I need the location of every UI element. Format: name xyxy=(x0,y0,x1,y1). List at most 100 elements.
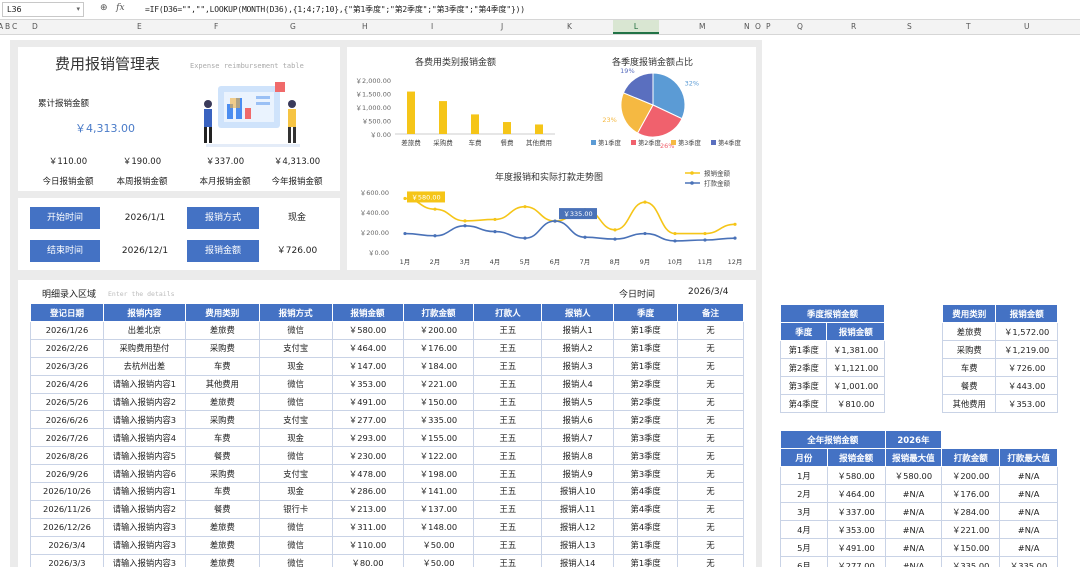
details-cell[interactable]: 无 xyxy=(677,356,744,376)
quarter_table-cell[interactable]: 第2季度 xyxy=(779,358,828,377)
details-cell[interactable]: 王五 xyxy=(473,392,543,412)
column-header-d[interactable]: D xyxy=(32,22,38,31)
details-cell[interactable]: ￥198.00 xyxy=(402,464,475,484)
column-header-o[interactable]: O xyxy=(755,22,761,31)
details-cell[interactable]: ￥311.00 xyxy=(331,517,404,537)
column-header-t[interactable]: T xyxy=(966,22,971,31)
column-header-n[interactable]: N xyxy=(744,22,750,31)
details-cell[interactable]: 王五 xyxy=(473,356,543,376)
details-cell[interactable]: 王五 xyxy=(473,374,543,394)
details-cell[interactable]: 王五 xyxy=(473,482,543,501)
details-cell[interactable]: 采购费用垫付 xyxy=(102,338,186,358)
details-cell[interactable]: 无 xyxy=(677,410,744,430)
details-cell[interactable]: 无 xyxy=(677,428,744,448)
details-cell[interactable]: 无 xyxy=(677,517,744,537)
year_table-cell[interactable]: #N/A xyxy=(884,502,943,521)
details-cell[interactable]: 无 xyxy=(677,553,744,567)
details-cell[interactable]: 微信 xyxy=(258,374,333,394)
details-cell[interactable]: 2026/3/26 xyxy=(30,356,104,376)
year_table-cell[interactable]: #N/A xyxy=(999,484,1058,503)
year_table-cell[interactable]: 6月 xyxy=(780,556,828,567)
year_table-cell[interactable]: ￥335.00 xyxy=(941,556,1001,567)
quarter_table-cell[interactable]: 第1季度 xyxy=(779,340,828,359)
details-cell[interactable]: 报销人14 xyxy=(541,553,615,567)
details-cell[interactable]: 采购费 xyxy=(184,464,260,484)
details-cell[interactable]: 无 xyxy=(677,321,744,340)
details-cell[interactable]: 王五 xyxy=(473,535,543,555)
column-header-l[interactable]: L xyxy=(613,20,659,34)
details-cell[interactable]: 支付宝 xyxy=(258,410,333,430)
year_table-cell[interactable]: ￥284.00 xyxy=(941,502,1001,521)
details-cell[interactable]: ￥221.00 xyxy=(402,374,475,394)
quarter_table-cell[interactable]: ￥1,001.00 xyxy=(826,376,885,395)
quarter_table-cell[interactable]: ￥1,381.00 xyxy=(826,340,885,359)
details-cell[interactable]: 微信 xyxy=(258,446,333,466)
year_table-cell[interactable]: #N/A xyxy=(999,502,1058,521)
details-cell[interactable]: ￥150.00 xyxy=(402,392,475,412)
details-cell[interactable]: ￥50.00 xyxy=(402,553,475,567)
details-cell[interactable]: ￥230.00 xyxy=(331,446,404,466)
details-cell[interactable]: 2026/1/26 xyxy=(30,321,104,340)
details-cell[interactable]: 第3季度 xyxy=(613,428,679,448)
column-header-k[interactable]: K xyxy=(567,22,572,31)
year_table-cell[interactable]: #N/A xyxy=(884,538,943,557)
details-cell[interactable]: 王五 xyxy=(473,321,543,340)
details-cell[interactable]: ￥335.00 xyxy=(402,410,475,430)
details-cell[interactable]: ￥141.00 xyxy=(402,482,475,501)
details-cell[interactable]: 2026/7/26 xyxy=(30,428,104,448)
details-cell[interactable]: 报销人8 xyxy=(541,446,615,466)
year_table-cell[interactable]: ￥580.00 xyxy=(884,466,943,485)
category_table-cell[interactable]: ￥353.00 xyxy=(995,394,1058,413)
method-value[interactable]: 现金 xyxy=(262,207,332,229)
details-cell[interactable]: 王五 xyxy=(473,338,543,358)
details-cell[interactable]: 银行卡 xyxy=(258,499,333,519)
column-header-j[interactable]: J xyxy=(501,22,503,31)
year_table-cell[interactable]: ￥200.00 xyxy=(941,466,1001,485)
details-cell[interactable]: 报销人12 xyxy=(541,517,615,537)
year_table-cell[interactable]: #N/A xyxy=(884,520,943,539)
column-header-r[interactable]: R xyxy=(851,22,856,31)
end-time-value[interactable]: 2026/12/1 xyxy=(105,240,185,262)
category_table-cell[interactable]: 采购费 xyxy=(941,340,997,359)
details-cell[interactable]: ￥293.00 xyxy=(331,428,404,448)
details-cell[interactable]: 微信 xyxy=(258,392,333,412)
column-header-u[interactable]: U xyxy=(1024,22,1030,31)
details-cell[interactable]: 无 xyxy=(677,374,744,394)
category_table-cell[interactable]: ￥1,219.00 xyxy=(995,340,1058,359)
column-header-m[interactable]: M xyxy=(699,22,705,31)
details-cell[interactable]: 第3季度 xyxy=(613,446,679,466)
details-cell[interactable]: 王五 xyxy=(473,499,543,519)
details-cell[interactable]: 现金 xyxy=(258,428,333,448)
category_table-cell[interactable]: 其他费用 xyxy=(941,394,997,413)
year_table-cell[interactable]: 3月 xyxy=(780,502,828,521)
details-cell[interactable]: ￥147.00 xyxy=(331,356,404,376)
details-cell[interactable]: 差旅费 xyxy=(184,553,260,567)
column-header-h[interactable]: H xyxy=(362,22,368,31)
details-cell[interactable]: 请输入报销内容4 xyxy=(102,428,186,448)
details-cell[interactable]: 餐费 xyxy=(184,499,260,519)
details-cell[interactable]: 王五 xyxy=(473,553,543,567)
details-cell[interactable]: ￥122.00 xyxy=(402,446,475,466)
category_table-cell[interactable]: 餐费 xyxy=(941,376,997,395)
details-cell[interactable]: 微信 xyxy=(258,321,333,340)
details-cell[interactable]: 第1季度 xyxy=(613,321,679,340)
details-cell[interactable]: 报销人11 xyxy=(541,499,615,519)
details-cell[interactable]: 无 xyxy=(677,464,744,484)
year_table-cell[interactable]: #N/A xyxy=(884,556,943,567)
details-cell[interactable]: 现金 xyxy=(258,356,333,376)
details-cell[interactable]: 报销人3 xyxy=(541,356,615,376)
details-cell[interactable]: 2026/6/26 xyxy=(30,410,104,430)
details-cell[interactable]: 请输入报销内容3 xyxy=(102,517,186,537)
details-cell[interactable]: ￥50.00 xyxy=(402,535,475,555)
details-cell[interactable]: ￥491.00 xyxy=(331,392,404,412)
year_table-cell[interactable]: ￥277.00 xyxy=(826,556,886,567)
details-cell[interactable]: 微信 xyxy=(258,517,333,537)
details-cell[interactable]: 2026/4/26 xyxy=(30,374,104,394)
column-header-f[interactable]: F xyxy=(214,22,218,31)
column-header-g[interactable]: G xyxy=(290,22,296,31)
details-cell[interactable]: ￥286.00 xyxy=(331,482,404,501)
formula-input[interactable]: =IF(D36="","",LOOKUP(MONTH(D36),{1;4;7;1… xyxy=(145,4,525,15)
quarter_table-cell[interactable]: 第4季度 xyxy=(779,394,828,413)
details-cell[interactable]: 其他费用 xyxy=(184,374,260,394)
quarter_table-cell[interactable]: ￥810.00 xyxy=(826,394,885,413)
